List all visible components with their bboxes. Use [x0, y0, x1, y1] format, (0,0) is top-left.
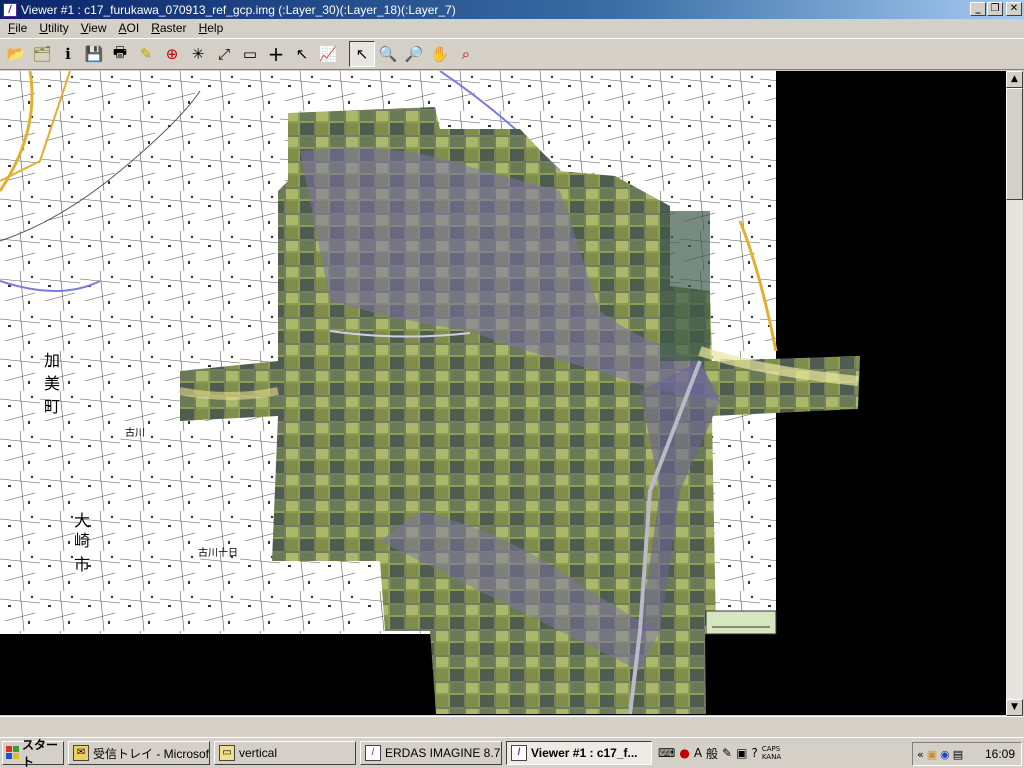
close-icon[interactable]: ✕ [1006, 2, 1022, 16]
save-icon[interactable]: 💾 [81, 41, 107, 67]
map-canvas[interactable]: 加 美 町 大 崎 市 古川 古川十日 [0, 71, 1006, 715]
menu-bar: File Utility View AOI Raster Help [0, 19, 1024, 37]
map-label-ka: 加 [44, 351, 60, 370]
erdas-icon: / [365, 745, 381, 761]
task-erdas-label: ERDAS IMAGINE 8.7 [385, 746, 501, 760]
ime-kana: KANA [761, 753, 782, 761]
windows-logo-icon [6, 746, 20, 760]
ime-toolbar: ⌨ ● A 般 ✎ ▣ ? CAPS KANA [658, 745, 781, 762]
tray-network-icon[interactable]: ◉ [940, 748, 950, 761]
measure-icon[interactable]: ▭ [237, 41, 263, 67]
info-icon[interactable]: ℹ [55, 41, 81, 67]
horizontal-scrollbar[interactable] [0, 716, 1024, 734]
ime-mode[interactable]: A [694, 746, 702, 760]
fit-window-icon[interactable]: ⤢ [211, 41, 237, 67]
map-label-furukawa-toka: 古川十日 [198, 546, 238, 559]
map-label-saki: 崎 [74, 531, 90, 550]
map-label-mi: 美 [44, 374, 60, 393]
open-icon[interactable]: 📂 [3, 41, 29, 67]
inquire-cursor-icon[interactable]: + [263, 41, 289, 67]
clear-icon[interactable]: ✎ [133, 41, 159, 67]
vertical-scrollbar[interactable]: ▲ ▼ [1006, 71, 1023, 716]
zoom-extent-icon[interactable]: ✳ [185, 41, 211, 67]
cursor-position-icon[interactable]: ⊕ [159, 41, 185, 67]
vertical-scroll-thumb[interactable] [1006, 88, 1023, 200]
mail-icon: ✉ [73, 745, 89, 761]
map-label-o: 大 [74, 511, 90, 530]
menu-raster[interactable]: Raster [145, 20, 192, 36]
menu-aoi[interactable]: AOI [113, 20, 146, 36]
keyboard-icon[interactable]: ⌨ [658, 746, 675, 760]
zoom-out-icon[interactable]: 🔎 [401, 41, 427, 67]
scroll-up-icon[interactable]: ▲ [1006, 71, 1023, 88]
clock: 16:09 [984, 747, 1015, 761]
menu-file[interactable]: File [2, 20, 33, 36]
ime-help-icon[interactable]: ? [751, 746, 757, 760]
profile-icon[interactable]: 📈 [315, 41, 341, 67]
folder-icon: ▭ [219, 745, 235, 761]
task-folder[interactable]: ▭ vertical [214, 741, 356, 765]
tray-mail-icon[interactable]: ▣ [927, 748, 937, 761]
ime-caps: CAPS [761, 745, 781, 753]
task-viewer-label: Viewer #1 : c17_f... [531, 746, 638, 760]
task-folder-label: vertical [239, 746, 278, 760]
inquire-zoom-icon[interactable]: ⌕ [453, 41, 479, 67]
menu-utility[interactable]: Utility [33, 20, 74, 36]
menu-help[interactable]: Help [193, 20, 230, 36]
ime-caps-kana: CAPS KANA [762, 745, 781, 761]
viewer-icon: / [511, 745, 527, 761]
map-scale-legend [705, 610, 777, 635]
task-erdas[interactable]: / ERDAS IMAGINE 8.7 [360, 741, 502, 765]
select-arrow-icon[interactable]: ↖ [349, 41, 375, 67]
annotation-icon[interactable]: ↖ [289, 41, 315, 67]
window-controls: _ ❐ ✕ [969, 2, 1022, 16]
print-icon[interactable]: 🖶 [107, 41, 133, 67]
map-label-cho: 町 [44, 397, 60, 416]
ime-status-icon[interactable]: ● [679, 746, 689, 760]
menu-view[interactable]: View [75, 20, 113, 36]
ime-kanji[interactable]: 般 [706, 745, 718, 762]
map-label-furukawa: 古川 [125, 426, 145, 439]
minimize-icon[interactable]: _ [970, 2, 986, 16]
system-tray: « ▣ ◉ ▤ 16:09 [912, 742, 1022, 766]
taskbar: スタート ✉ 受信トレイ - Microsoft ... ▭ vertical … [0, 737, 1024, 768]
map-label-shi: 市 [74, 555, 90, 574]
start-button[interactable]: スタート [2, 738, 64, 768]
start-label: スタート [22, 738, 59, 768]
restore-icon[interactable]: ❐ [987, 2, 1003, 16]
zoom-in-icon[interactable]: 🔍 [375, 41, 401, 67]
task-mail[interactable]: ✉ 受信トレイ - Microsoft ... [68, 741, 210, 765]
tray-expand-icon[interactable]: « [917, 748, 924, 761]
tray-monitor-icon[interactable]: ▤ [953, 748, 963, 761]
image-viewer[interactable]: 加 美 町 大 崎 市 古川 古川十日 [0, 71, 1006, 715]
task-viewer[interactable]: / Viewer #1 : c17_f... [506, 741, 652, 765]
viewer-app-icon[interactable]: / [3, 2, 17, 17]
scroll-down-icon[interactable]: ▼ [1006, 699, 1023, 716]
ime-pad-icon[interactable]: ✎ [722, 746, 732, 760]
open-layer-icon[interactable]: 🗂 [29, 41, 55, 67]
ime-tools-icon[interactable]: ▣ [736, 746, 747, 760]
title-bar: / Viewer #1 : c17_furukawa_070913_ref_gc… [0, 0, 1024, 19]
toolbar: 📂 🗂 ℹ 💾 🖶 ✎ ⊕ ✳ ⤢ ▭ + ↖ 📈 ↖ 🔍 🔎 ✋ ⌕ [0, 38, 1024, 70]
window-title: Viewer #1 : c17_furukawa_070913_ref_gcp.… [21, 2, 456, 17]
task-mail-label: 受信トレイ - Microsoft ... [93, 746, 210, 761]
pan-hand-icon[interactable]: ✋ [427, 41, 453, 67]
